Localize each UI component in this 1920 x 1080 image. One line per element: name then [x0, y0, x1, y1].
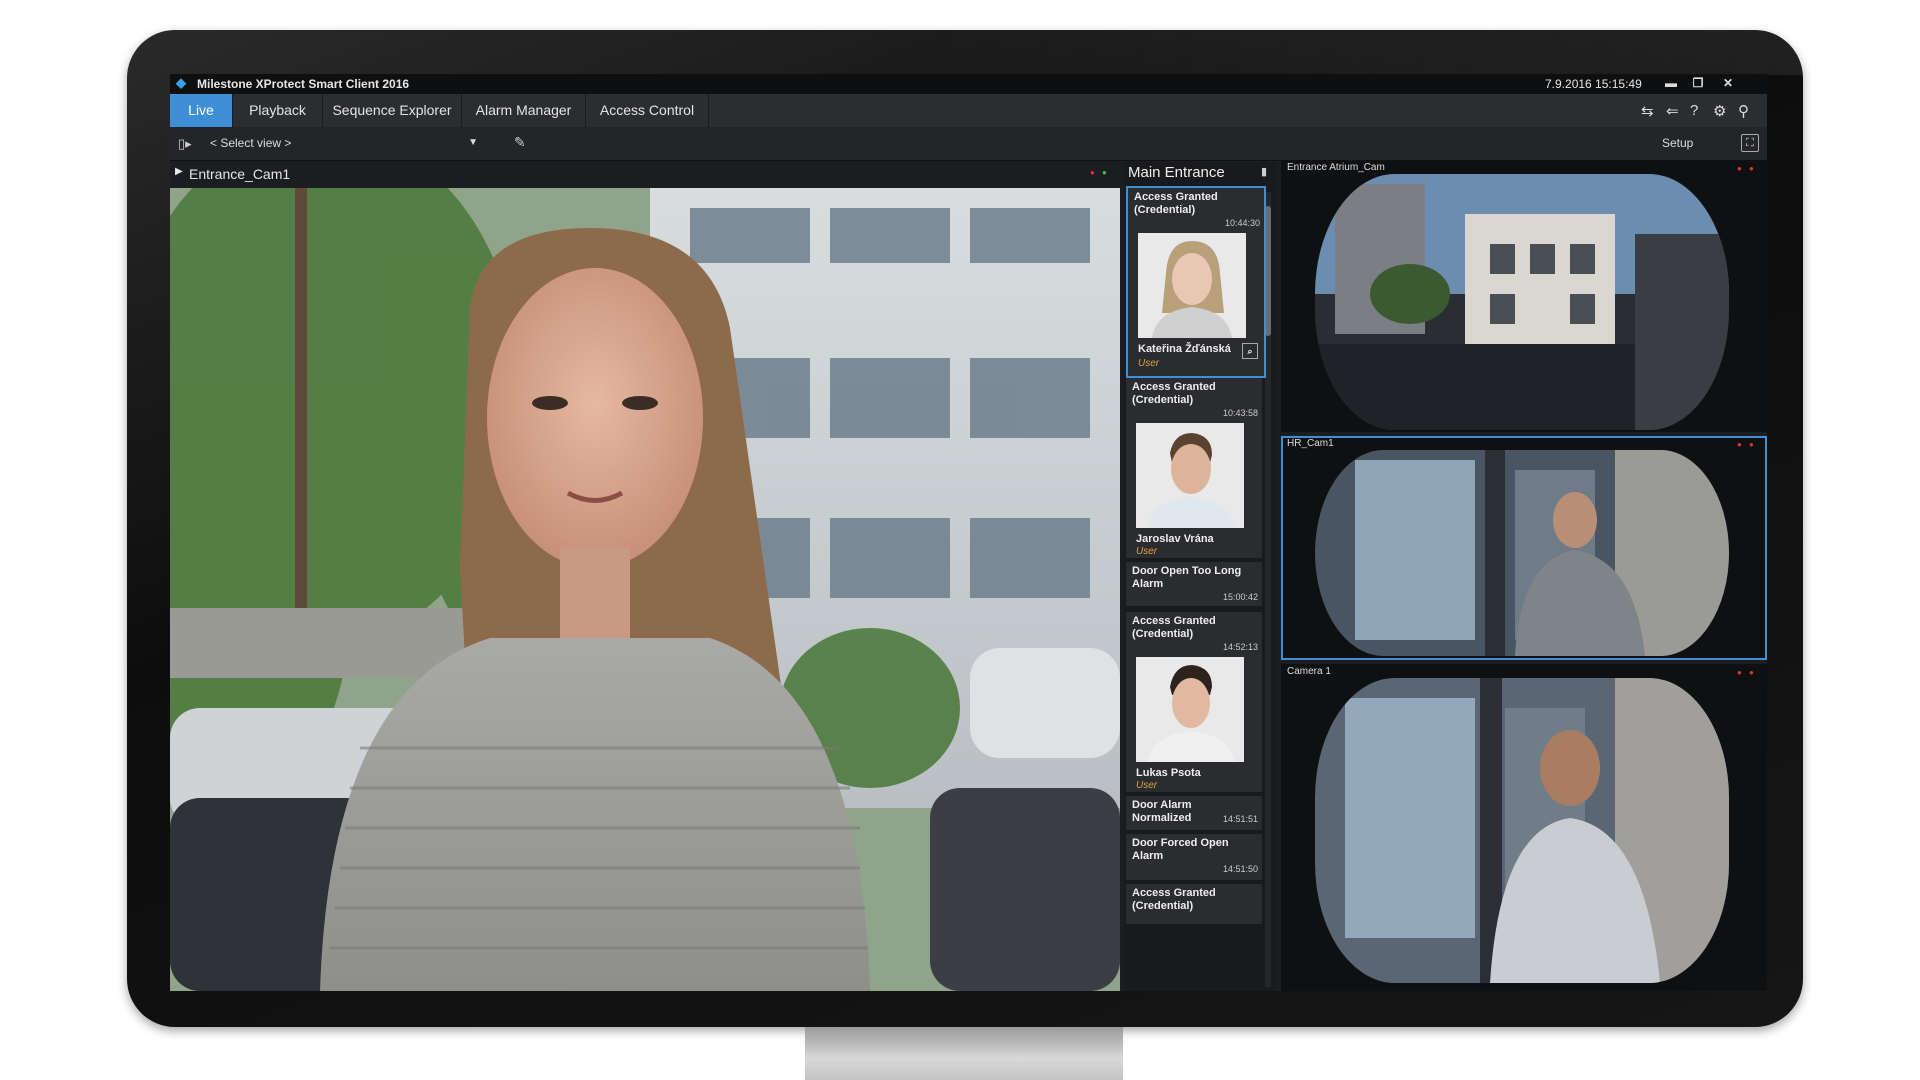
recording-indicator: ●: [1737, 668, 1742, 677]
main-camera-video[interactable]: [170, 188, 1120, 991]
event-item[interactable]: Access Granted (Credential) 10:44:30 Kat…: [1126, 186, 1266, 378]
person-photo-image: [1138, 233, 1246, 338]
recording-indicator: ●: [1090, 168, 1095, 177]
side-camera-tile[interactable]: Entrance Atrium_Cam ● ●: [1281, 160, 1767, 432]
select-view-dropdown[interactable]: < Select view > ▼: [210, 134, 490, 152]
event-title: Access Granted (Credential): [1132, 615, 1216, 640]
person-photo-image: [1136, 423, 1244, 528]
alert-indicator: ●: [1749, 164, 1754, 173]
diamond-logo-icon: ◆: [176, 75, 186, 90]
camera-flag-icon: ▶: [175, 166, 183, 177]
restore-icon[interactable]: ❐: [1685, 75, 1711, 91]
select-view-value: < Select view >: [210, 136, 292, 150]
bezel-sheen: [927, 30, 1803, 75]
person-photo: [1136, 657, 1244, 762]
person-name: Kateřina Žďánská: [1138, 343, 1231, 355]
gear-icon[interactable]: ⚙: [1713, 102, 1726, 120]
hr-office-scene: [1315, 450, 1729, 656]
person-photo: [1136, 423, 1244, 528]
side-camera-tile[interactable]: HR_Cam1 ● ●: [1281, 436, 1767, 660]
alert-indicator: ●: [1749, 668, 1754, 677]
side-camera-name: HR_Cam1: [1287, 438, 1334, 449]
event-time: 10:43:58: [1222, 408, 1258, 418]
event-time: 14:51:50: [1222, 864, 1258, 874]
person-name: Jaroslav Vrána: [1136, 533, 1214, 545]
arrow-left-icon[interactable]: ⇐: [1666, 102, 1679, 120]
recording-indicator: ●: [1737, 440, 1742, 449]
recording-indicator: ●: [1737, 164, 1742, 173]
minimize-icon[interactable]: ▬: [1658, 75, 1684, 91]
view-toggle-icon[interactable]: ▯▸: [178, 136, 192, 152]
edit-icon[interactable]: ✎: [514, 134, 526, 151]
side-camera-name: Camera 1: [1287, 666, 1331, 677]
side-camera-video: [1315, 174, 1729, 430]
event-time: 14:52:13: [1222, 642, 1258, 652]
tab-playback[interactable]: Playback: [233, 94, 323, 127]
events-panel-title: Main Entrance: [1128, 164, 1225, 181]
setup-button[interactable]: Setup: [1662, 136, 1693, 150]
maximize-icon[interactable]: ⛶: [1741, 134, 1759, 152]
access-events-panel: Main Entrance ▮ Access Granted (Credenti…: [1124, 162, 1276, 991]
event-title: Door Forced Open Alarm: [1132, 837, 1229, 862]
alert-indicator: ●: [1749, 440, 1754, 449]
dropdown-arrow-icon: ▼: [468, 137, 478, 148]
view-toolbar: ▯▸ < Select view > ▼ ✎ Setup ⛶: [170, 127, 1767, 161]
atrium-scene: [1315, 174, 1729, 430]
person-role: User: [1136, 780, 1158, 791]
event-item[interactable]: Access Granted (Credential) 10:43:58 Jar…: [1126, 378, 1262, 558]
event-item[interactable]: Door Alarm Normalized 14:51:51: [1126, 796, 1262, 830]
side-camera-video: [1315, 678, 1729, 983]
event-title: Access Granted (Credential): [1132, 887, 1216, 912]
main-video-scene: [170, 188, 1120, 991]
person-role: User: [1138, 358, 1160, 369]
tab-live[interactable]: Live: [170, 94, 233, 127]
person-photo: [1138, 233, 1246, 338]
clock: 7.9.2016 15:15:49: [1545, 77, 1642, 91]
camera1-scene: [1315, 678, 1729, 983]
help-icon[interactable]: ?: [1690, 102, 1698, 119]
side-camera-tile[interactable]: Camera 1 ● ●: [1281, 664, 1767, 991]
event-item[interactable]: Access Granted (Credential): [1126, 884, 1262, 924]
tab-sequence-explorer[interactable]: Sequence Explorer: [323, 94, 462, 127]
panel-pin-icon[interactable]: ▮: [1261, 165, 1267, 178]
person-photo-image: [1136, 657, 1244, 762]
event-title: Access Granted (Credential): [1134, 191, 1218, 216]
tab-alarm-manager[interactable]: Alarm Manager: [462, 94, 586, 127]
close-icon[interactable]: ✕: [1715, 75, 1741, 91]
search-icon[interactable]: ⌕: [1242, 343, 1258, 359]
event-time: 14:51:51: [1222, 814, 1258, 824]
live-indicator: ●: [1102, 168, 1107, 177]
app-title: Milestone XProtect Smart Client 2016: [197, 77, 410, 91]
person-role: User: [1136, 546, 1158, 557]
main-camera-name: Entrance_Cam1: [189, 166, 291, 182]
tab-bar: Live Playback Sequence Explorer Alarm Ma…: [170, 94, 1767, 127]
connection-icon[interactable]: ⇆: [1641, 102, 1654, 120]
side-camera-video: [1315, 450, 1729, 656]
app-window: ◆ Milestone XProtect Smart Client 2016 7…: [170, 74, 1767, 991]
event-time: 15:00:42: [1222, 592, 1258, 602]
event-time: 10:44:30: [1224, 218, 1260, 228]
tab-access-control[interactable]: Access Control: [586, 94, 709, 127]
pin-icon[interactable]: ⚲: [1738, 102, 1749, 120]
event-item[interactable]: Door Open Too Long Alarm 15:00:42: [1126, 562, 1262, 606]
event-item[interactable]: Door Forced Open Alarm 14:51:50: [1126, 834, 1262, 880]
event-title: Access Granted (Credential): [1132, 381, 1216, 406]
main-camera-header: ▶ Entrance_Cam1 ● ●: [170, 162, 1120, 186]
side-camera-name: Entrance Atrium_Cam: [1287, 162, 1385, 173]
title-bar: ◆ Milestone XProtect Smart Client 2016 7…: [170, 74, 1767, 94]
event-title: Door Open Too Long Alarm: [1132, 565, 1242, 590]
person-name: Lukas Psota: [1136, 767, 1201, 779]
monitor-stand: [805, 1027, 1123, 1080]
event-item[interactable]: Access Granted (Credential) 14:52:13 Luk…: [1126, 612, 1262, 792]
